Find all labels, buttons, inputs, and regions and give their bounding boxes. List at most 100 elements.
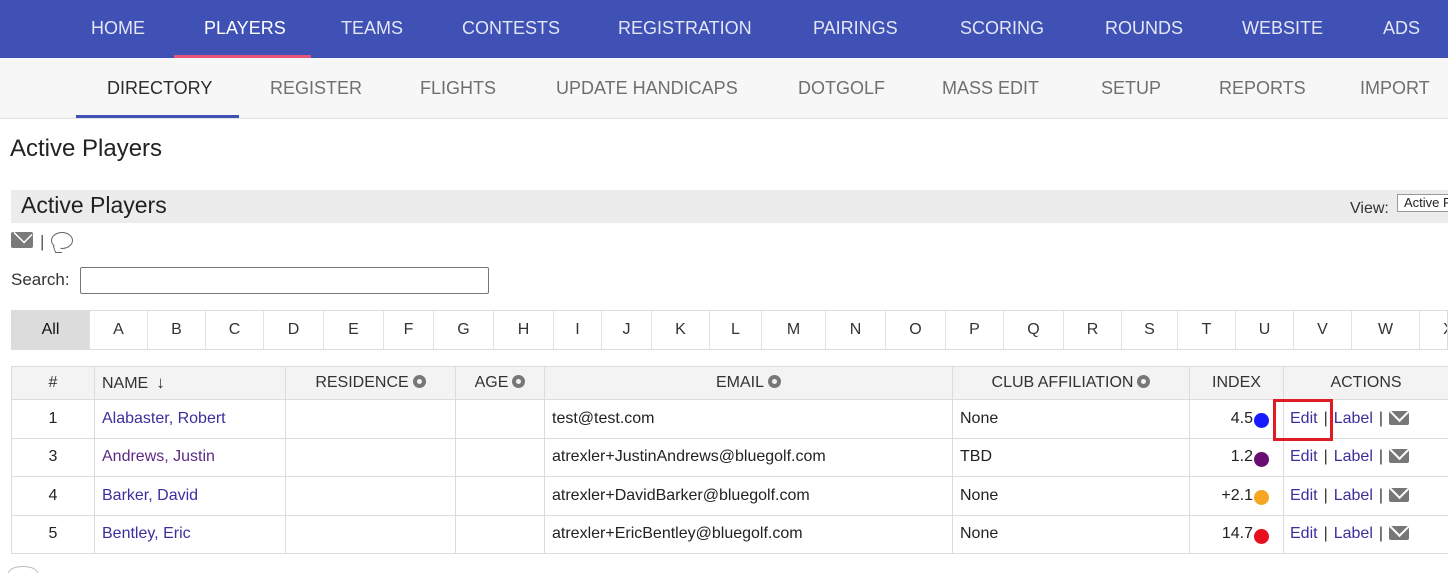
club-cell: None [952,399,1190,439]
sub-nav-reports[interactable]: REPORTS [1219,58,1306,118]
sub-nav-mass-edit[interactable]: MASS EDIT [942,58,1039,118]
gear-icon[interactable] [768,375,781,388]
label-link[interactable]: Label [1334,525,1373,542]
residence-cell [285,437,456,477]
label-link[interactable]: Label [1334,487,1373,504]
filter-letter[interactable]: E [324,311,384,349]
separator: | [1323,525,1328,543]
filter-letter[interactable]: O [886,311,946,349]
top-nav-website[interactable]: WEBSITE [1242,0,1323,58]
edit-link[interactable]: Edit [1290,448,1318,465]
actions-cell: Edit | Label | [1283,399,1448,439]
filter-letter[interactable]: F [384,311,434,349]
filter-letter[interactable]: P [946,311,1004,349]
top-nav-scoring[interactable]: SCORING [960,0,1044,58]
filter-letter[interactable]: W [1352,311,1420,349]
filter-letter[interactable]: N [826,311,886,349]
filter-letter[interactable]: X [1420,311,1447,349]
filter-letter[interactable]: R [1064,311,1122,349]
sub-nav-import[interactable]: IMPORT [1360,58,1430,118]
gear-icon[interactable] [412,375,426,388]
col-age[interactable]: AGE [455,366,545,400]
residence-cell [285,514,456,554]
envelope-icon[interactable] [1389,410,1410,425]
separator: | [1323,448,1328,466]
top-nav-ads[interactable]: ADS [1383,0,1420,58]
sub-nav-update-handicaps[interactable]: UPDATE HANDICAPS [556,58,738,118]
filter-letter[interactable]: B [148,311,206,349]
filter-letter[interactable]: H [494,311,554,349]
player-name-link[interactable]: Alabaster, Robert [102,410,226,427]
top-nav-pairings[interactable]: PAIRINGS [813,0,898,58]
player-name-link[interactable]: Andrews, Justin [102,448,215,465]
envelope-icon[interactable] [1389,526,1410,541]
envelope-icon[interactable] [1389,449,1410,464]
sub-nav-register[interactable]: REGISTER [270,58,362,118]
filter-letter[interactable]: G [434,311,494,349]
filter-letter[interactable]: S [1122,311,1178,349]
players-table: # NAME ↓ RESIDENCE AGE EMAIL CLUB AFFILIA… [11,366,1448,554]
filter-letter[interactable]: U [1236,311,1294,349]
table-row: 1 Alabaster, Robert test@test.com None 4… [11,399,1448,439]
filter-letter[interactable]: T [1178,311,1236,349]
edit-link[interactable]: Edit [1290,525,1318,542]
handicap-status-dot [1254,413,1269,428]
sub-nav-setup[interactable]: SETUP [1101,58,1161,118]
label-link[interactable]: Label [1334,410,1373,427]
filter-letter[interactable]: A [90,311,148,349]
col-email[interactable]: EMAIL [544,366,953,400]
filter-letter[interactable]: K [652,311,710,349]
sub-nav-dotgolf[interactable]: DOTGOLF [798,58,885,118]
separator: | [40,232,45,251]
top-nav-rounds[interactable]: ROUNDS [1105,0,1183,58]
edit-link[interactable]: Edit [1290,410,1318,427]
top-nav-home[interactable]: HOME [91,0,145,58]
filter-letter[interactable]: C [206,311,264,349]
top-nav-contests[interactable]: CONTESTS [462,0,560,58]
col-club[interactable]: CLUB AFFILIATION [952,366,1190,400]
filter-letter[interactable]: L [710,311,762,349]
edit-link[interactable]: Edit [1290,487,1318,504]
row-number: 3 [11,437,95,477]
view-select[interactable]: Active Players [1397,194,1448,212]
top-nav-teams[interactable]: TEAMS [341,0,403,58]
envelope-icon[interactable] [11,232,33,248]
filter-letter[interactable]: J [602,311,652,349]
view-label: View: [1350,200,1389,217]
player-name-link[interactable]: Barker, David [102,487,198,504]
filter-letter[interactable]: V [1294,311,1352,349]
sort-desc-icon[interactable]: ↓ [156,373,165,393]
filter-letter[interactable]: D [264,311,324,349]
index-value: 1.2 [1230,448,1253,466]
email-cell: atrexler+JustinAndrews@bluegolf.com [544,437,953,477]
chat-bubble-icon[interactable] [51,232,73,249]
actions-cell: Edit | Label | [1283,437,1448,477]
index-value: 4.5 [1230,409,1253,427]
filter-letter[interactable]: Q [1004,311,1064,349]
gear-icon[interactable] [512,375,526,388]
separator: | [1323,486,1328,504]
top-nav-players[interactable]: PLAYERS [204,0,286,58]
club-cell: None [952,514,1190,554]
top-nav-registration[interactable]: REGISTRATION [618,0,752,58]
player-name-link[interactable]: Bentley, Eric [102,525,191,542]
sub-nav-flights[interactable]: FLIGHTS [420,58,496,118]
col-name[interactable]: NAME ↓ [94,366,286,400]
section-header: Active Players [11,190,1448,223]
col-residence[interactable]: RESIDENCE [285,366,456,400]
table-row: 5 Bentley, Eric atrexler+EricBentley@blu… [11,514,1448,554]
envelope-icon[interactable] [1389,487,1410,502]
row-number: 4 [11,476,95,516]
filter-letter[interactable]: M [762,311,826,349]
filter-letter[interactable]: I [554,311,602,349]
club-cell: None [952,476,1190,516]
label-link[interactable]: Label [1334,448,1373,465]
filter-all[interactable]: All [12,311,90,349]
handicap-status-dot [1254,490,1269,505]
table-header-row: # NAME ↓ RESIDENCE AGE EMAIL CLUB AFFILIA… [11,366,1448,400]
col-actions: ACTIONS [1283,366,1448,400]
top-nav: HOME PLAYERS TEAMS CONTESTS REGISTRATION… [0,0,1448,58]
gear-icon[interactable] [1137,375,1151,388]
search-input[interactable] [80,267,489,294]
sub-nav-directory[interactable]: DIRECTORY [107,58,212,118]
